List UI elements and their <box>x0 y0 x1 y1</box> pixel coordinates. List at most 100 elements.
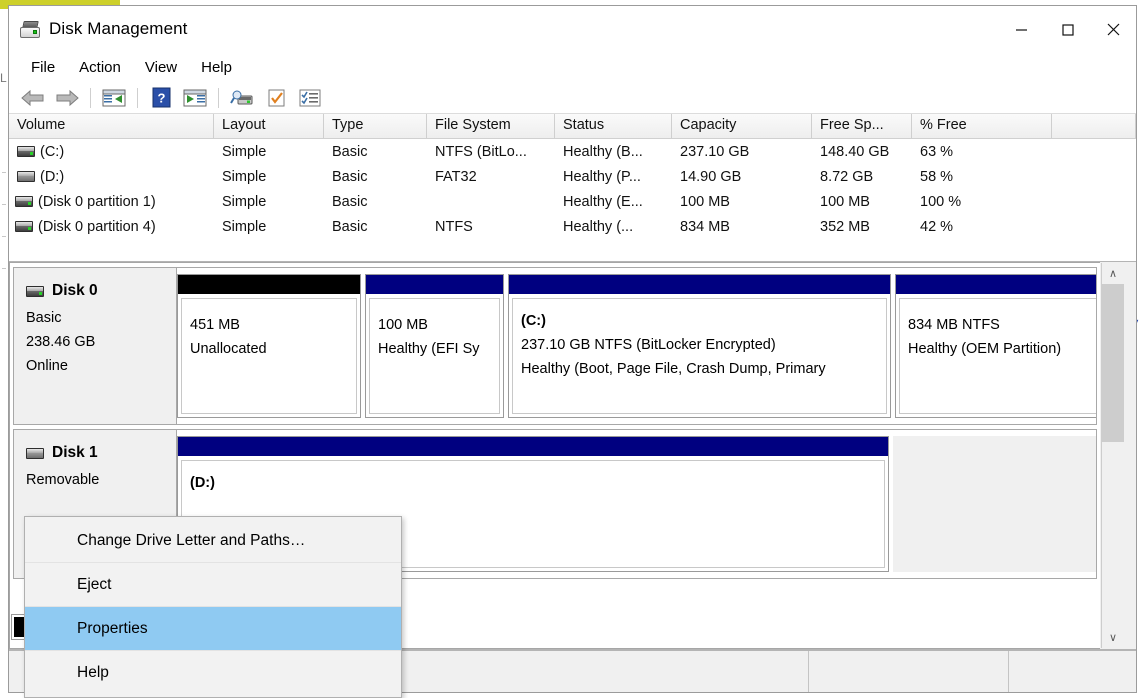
cell-free-space: 352 MB <box>820 218 870 235</box>
scrollbar-track[interactable] <box>1102 284 1124 627</box>
cell-capacity: 14.90 GB <box>680 168 742 185</box>
console-tree-icon <box>102 89 126 106</box>
toolbar: ? <box>9 82 1136 114</box>
context-menu-item-eject[interactable]: Eject <box>25 563 401 607</box>
disk-scan-icon <box>230 90 253 104</box>
all-tasks-button[interactable] <box>294 84 326 112</box>
column-header-volume[interactable]: Volume <box>9 114 214 138</box>
show-hide-action-pane-button[interactable] <box>179 84 211 112</box>
menu-bar: File Action View Help <box>9 52 1136 82</box>
cell-layout: Simple <box>222 193 267 210</box>
context-menu-item-properties[interactable]: Properties <box>25 607 401 651</box>
column-header-status[interactable]: Status <box>555 114 672 138</box>
scroll-down-button[interactable]: ∨ <box>1102 627 1124 648</box>
rescan-disks-button[interactable] <box>226 84 258 112</box>
column-header-layout[interactable]: Layout <box>214 114 324 138</box>
background-tick <box>2 268 6 269</box>
partition-line1: 451 MB <box>190 317 240 333</box>
volume-icon-online <box>15 196 33 207</box>
partition-line2: Healthy (OEM Partition) <box>908 341 1062 357</box>
partition-unallocated[interactable]: 451 MB Unallocated <box>177 274 361 418</box>
background-tick <box>2 172 6 173</box>
disk-row-disk0[interactable]: Disk 0 Basic 238.46 GB Online 451 MB Una… <box>13 267 1097 425</box>
table-row[interactable]: (C:) Simple Basic NTFS (BitLo... Healthy… <box>9 139 1136 164</box>
menu-action[interactable]: Action <box>67 56 133 79</box>
cell-file-system: NTFS (BitLo... <box>435 143 527 160</box>
partition-c-drive[interactable]: (C:) 237.10 GB NTFS (BitLocker Encrypted… <box>508 274 891 418</box>
volume-icon-online <box>26 285 44 297</box>
column-header-percent-free[interactable]: % Free <box>912 114 1052 138</box>
disk-info-disk0[interactable]: Disk 0 Basic 238.46 GB Online <box>14 268 177 424</box>
partition-oem[interactable]: 834 MB NTFS Healthy (OEM Partition) <box>895 274 1096 418</box>
svg-text:?: ? <box>157 91 165 106</box>
minimize-button[interactable] <box>998 6 1044 52</box>
cell-status: Healthy (P... <box>563 168 641 185</box>
disk-kind: Basic <box>26 310 62 326</box>
properties-button[interactable] <box>260 84 292 112</box>
table-row[interactable]: (Disk 0 partition 1) Simple Basic Health… <box>9 189 1136 214</box>
action-pane-icon <box>183 89 207 106</box>
partition-band <box>178 275 360 294</box>
volume-list-pane: Volume Layout Type File System Status Ca… <box>9 114 1136 262</box>
title-bar: Disk Management <box>9 6 1136 52</box>
volume-icon-removable <box>26 447 44 459</box>
help-button[interactable]: ? <box>145 84 177 112</box>
toolbar-separator <box>218 87 219 108</box>
partition-line2: Healthy (EFI Sy <box>378 341 480 357</box>
partition-line2: Unallocated <box>190 341 267 357</box>
cell-layout: Simple <box>222 218 267 235</box>
context-menu-item-help[interactable]: Help <box>25 651 401 695</box>
menu-view[interactable]: View <box>133 56 189 79</box>
column-header-type[interactable]: Type <box>324 114 427 138</box>
partition-label: (D:) <box>190 475 215 491</box>
menu-help[interactable]: Help <box>189 56 244 79</box>
cell-volume: (C:) <box>40 143 65 160</box>
scroll-up-button[interactable]: ∧ <box>1102 263 1124 284</box>
show-hide-console-tree-button[interactable] <box>98 84 130 112</box>
cell-type: Basic <box>332 218 368 235</box>
maximize-button[interactable] <box>1044 6 1090 52</box>
disk-name: Disk 0 <box>52 282 98 299</box>
column-header-capacity[interactable]: Capacity <box>672 114 812 138</box>
background-mark-left: L <box>0 71 7 85</box>
cell-layout: Simple <box>222 143 267 160</box>
volume-icon-removable <box>17 171 35 182</box>
cell-status: Healthy (E... <box>563 193 643 210</box>
table-row[interactable]: (D:) Simple Basic FAT32 Healthy (P... 14… <box>9 164 1136 189</box>
partition-band <box>509 275 890 294</box>
context-menu-item-change-drive-letter[interactable]: Change Drive Letter and Paths… <box>25 519 401 563</box>
partition-efi[interactable]: 100 MB Healthy (EFI Sy <box>365 274 504 418</box>
forward-button[interactable] <box>51 84 83 112</box>
table-row[interactable]: (Disk 0 partition 4) Simple Basic NTFS H… <box>9 214 1136 239</box>
cell-free-space: 148.40 GB <box>820 143 890 160</box>
cell-percent-free: 63 % <box>920 143 954 160</box>
checkmark-page-icon <box>268 89 285 106</box>
status-pane-tertiary <box>1009 651 1136 692</box>
column-header-file-system[interactable]: File System <box>427 114 555 138</box>
column-header-free-space[interactable]: Free Sp... <box>812 114 912 138</box>
column-header-spare[interactable] <box>1052 114 1136 138</box>
toolbar-separator <box>90 87 91 108</box>
context-menu: Change Drive Letter and Paths… Eject Pro… <box>24 516 402 698</box>
partition-empty-area <box>893 436 1096 572</box>
cell-status: Healthy (B... <box>563 143 643 160</box>
menu-file[interactable]: File <box>23 56 67 79</box>
cell-type: Basic <box>332 143 368 160</box>
partition-band <box>896 275 1096 294</box>
graphical-view-scrollbar[interactable]: ∧ ∨ <box>1101 263 1124 648</box>
toolbar-separator <box>137 87 138 108</box>
disk-size: 238.46 GB <box>26 334 96 350</box>
question-mark-icon: ? <box>152 87 170 108</box>
close-button[interactable] <box>1090 6 1136 52</box>
disk-state: Online <box>26 358 68 374</box>
partition-label: (C:) <box>521 313 546 329</box>
partition-line2: Healthy (Boot, Page File, Crash Dump, Pr… <box>521 361 826 377</box>
cell-percent-free: 58 % <box>920 168 954 185</box>
scrollbar-thumb[interactable] <box>1102 284 1124 442</box>
back-button[interactable] <box>17 84 49 112</box>
cell-free-space: 8.72 GB <box>820 168 874 185</box>
partition-line1: 237.10 GB NTFS (BitLocker Encrypted) <box>521 337 776 353</box>
background-tick <box>2 236 6 237</box>
cell-percent-free: 42 % <box>920 218 954 235</box>
cell-type: Basic <box>332 168 368 185</box>
